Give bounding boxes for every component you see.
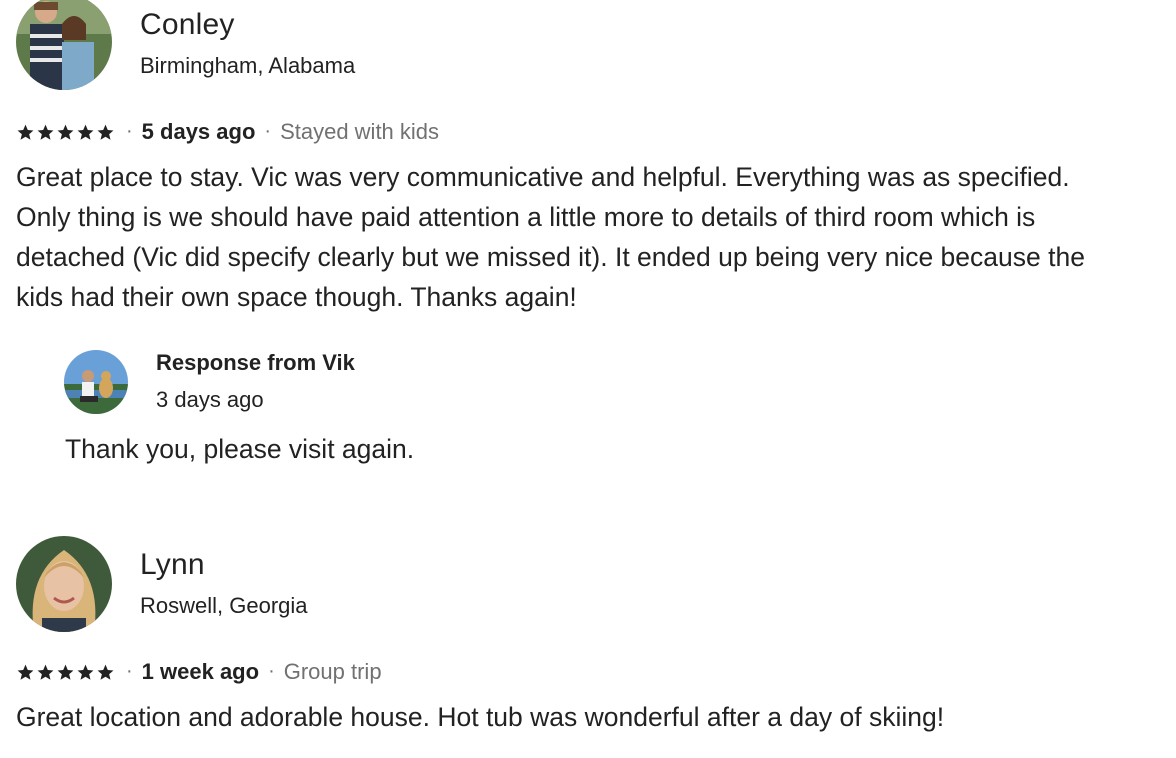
response-text: Thank you, please visit again. [65,434,415,464]
trip-type: Stayed with kids [280,119,440,144]
response-date: 3 days ago [156,387,264,412]
trip-type: Group trip [283,659,382,684]
reviewer-name: Conley [140,8,235,41]
star-icon [77,664,94,680]
avatar[interactable] [16,0,112,90]
review-meta: · 1 week ago · Group trip [16,658,382,686]
star-rating [16,663,115,682]
reviewer-location: Roswell, Georgia [140,593,308,618]
review-text: Great place to stay. Vic was very commun… [16,162,1085,312]
separator-dot: · [268,659,275,682]
star-icon [97,124,114,140]
reviewer-header: Conley Birmingham, Alabama [16,0,1156,96]
avatar[interactable] [64,350,128,414]
star-icon [77,124,94,140]
response-title: Response from Vik [156,350,355,375]
review-card: Lynn Roswell, Georgia · 1 week ago · Gro… [16,536,1156,732]
star-rating [16,123,115,142]
star-icon [57,664,74,680]
review-date: 1 week ago [141,659,260,684]
reviewer-name: Lynn [140,548,205,581]
reviewer-photo [16,536,112,632]
separator-dot: · [126,119,133,142]
star-icon [97,664,114,680]
review-card: Conley Birmingham, Alabama · 5 days ago … [16,0,1156,464]
reviewer-photo [16,0,112,90]
separator-dot: · [264,119,272,142]
star-icon [37,664,54,680]
star-icon [17,664,34,680]
host-response: Response from Vik 3 days ago Thank you, … [64,350,1064,480]
reviewer-location: Birmingham, Alabama [140,53,356,78]
star-icon [17,124,34,140]
review-text: Great location and adorable house. Hot t… [16,702,945,732]
reviewer-header: Lynn Roswell, Georgia [16,536,1156,632]
separator-dot: · [126,659,133,682]
avatar[interactable] [16,536,112,632]
host-photo [64,350,128,414]
star-icon [57,124,74,140]
review-meta: · 5 days ago · Stayed with kids [16,118,439,146]
star-icon [37,124,54,140]
review-date: 5 days ago [141,119,256,144]
